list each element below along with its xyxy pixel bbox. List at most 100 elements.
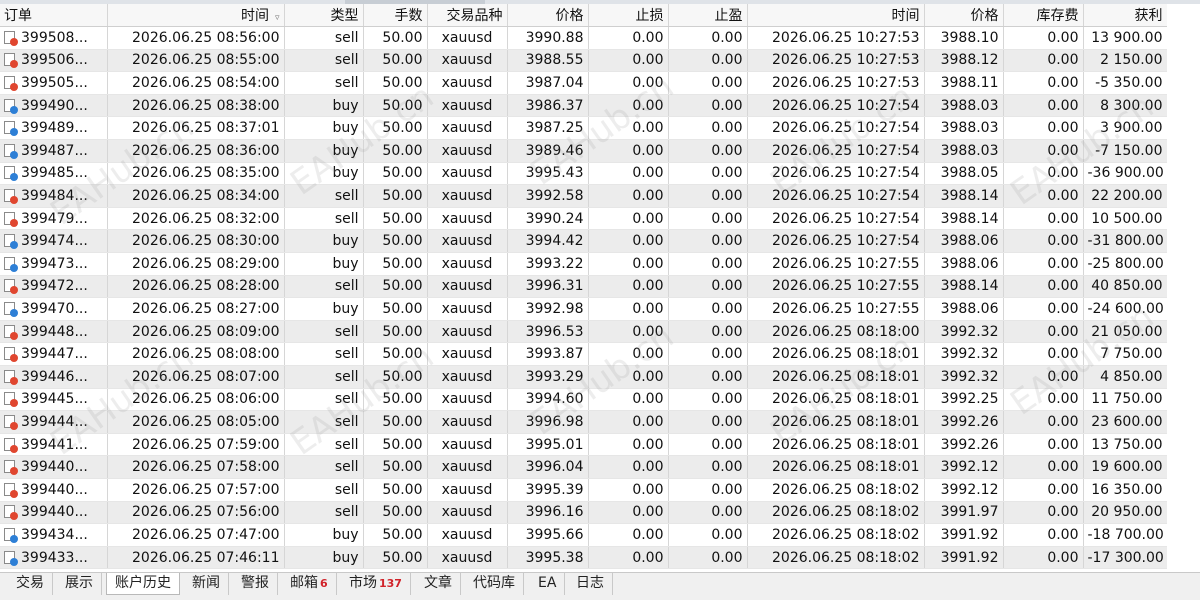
table-row[interactable]: 399445... 2026.06.25 08:06:00 sell 50.00 xau…	[0, 388, 1168, 412]
cell-symbol: xauusd	[427, 523, 508, 547]
cell-type: buy	[284, 546, 364, 570]
cell-order: 399489...	[0, 116, 108, 141]
cell-stop-loss: 0.00	[588, 546, 669, 570]
table-row[interactable]: 399448... 2026.06.25 08:09:00 sell 50.00 xau…	[0, 320, 1168, 344]
cell-profit: -5 350.00	[1083, 71, 1168, 95]
tab-4[interactable]: 新闻	[184, 573, 229, 595]
order-document-icon	[4, 482, 18, 498]
tab-8[interactable]: 文章	[416, 573, 461, 595]
cell-close-price: 3988.05	[924, 162, 1004, 186]
cell-take-profit: 0.00	[668, 388, 748, 412]
table-row[interactable]: 399441... 2026.06.25 07:59:00 sell 50.00 xau…	[0, 433, 1168, 457]
tab-badge: 137	[379, 577, 402, 590]
sell-marker-icon	[10, 196, 18, 205]
sell-marker-icon	[10, 512, 18, 521]
cell-swap: 0.00	[1003, 252, 1084, 276]
cell-open-price: 3996.04	[507, 455, 589, 479]
col-open-price[interactable]: 价格	[507, 4, 589, 28]
tab-3[interactable]: 账户历史	[106, 573, 180, 595]
order-id: 399490...	[21, 97, 88, 114]
cell-type: sell	[284, 71, 364, 95]
tab-11[interactable]: 日志	[568, 573, 613, 595]
col-symbol[interactable]: 交易品种	[427, 4, 508, 28]
table-row[interactable]: 399489... 2026.06.25 08:37:01 buy 50.00 xauu…	[0, 116, 1168, 141]
table-row[interactable]: 399446... 2026.06.25 08:07:00 sell 50.00 xau…	[0, 365, 1168, 389]
order-id: 399440...	[21, 481, 88, 498]
cell-close-time: 2026.06.25 08:18:01	[747, 388, 925, 412]
cell-profit: 22 200.00	[1083, 184, 1168, 208]
order-document-icon	[4, 166, 18, 182]
cell-open-price: 3993.87	[507, 342, 589, 366]
cell-open-time: 2026.06.25 07:56:00	[107, 501, 285, 525]
table-row[interactable]: 399470... 2026.06.25 08:27:00 buy 50.00 xauu…	[0, 297, 1168, 321]
cell-close-time: 2026.06.25 10:27:54	[747, 162, 925, 186]
table-row[interactable]: 399447... 2026.06.25 08:08:00 sell 50.00 xau…	[0, 342, 1168, 366]
cell-profit: 40 850.00	[1083, 275, 1168, 299]
cell-swap: 0.00	[1003, 207, 1084, 231]
col-stop-loss[interactable]: 止损	[588, 4, 669, 28]
cell-volume: 50.00	[363, 184, 428, 208]
table-row[interactable]: 399490... 2026.06.25 08:38:00 buy 50.00 xauu…	[0, 94, 1168, 118]
cell-symbol: xauusd	[427, 207, 508, 231]
cell-type: sell	[284, 478, 364, 502]
order-id: 399444...	[21, 413, 88, 430]
col-close-time[interactable]: 时间	[747, 4, 925, 28]
table-row[interactable]: 399433... 2026.06.25 07:46:11 buy 50.00 xauu…	[0, 546, 1168, 570]
cell-close-time: 2026.06.25 10:27:54	[747, 229, 925, 254]
tab-1[interactable]: 交易	[8, 573, 53, 595]
table-row[interactable]: 399440... 2026.06.25 07:57:00 sell 50.00 xau…	[0, 478, 1168, 502]
tab-2[interactable]: 展示	[57, 573, 102, 595]
tab-9[interactable]: 代码库	[465, 573, 524, 595]
table-row[interactable]: 399508... 2026.06.25 08:56:00 sell 50.00 xau…	[0, 26, 1168, 50]
order-document-icon	[4, 189, 18, 205]
table-row[interactable]: 399487... 2026.06.25 08:36:00 buy 50.00 xauu…	[0, 139, 1168, 163]
cell-volume: 50.00	[363, 501, 428, 525]
cell-profit: -7 150.00	[1083, 139, 1168, 163]
cell-open-price: 3996.53	[507, 320, 589, 344]
cell-symbol: xauusd	[427, 229, 508, 254]
col-volume[interactable]: 手数	[363, 4, 428, 28]
cell-symbol: xauusd	[427, 433, 508, 457]
table-row[interactable]: 399484... 2026.06.25 08:34:00 sell 50.00 xau…	[0, 184, 1168, 208]
sell-marker-icon	[10, 354, 18, 363]
cell-swap: 0.00	[1003, 275, 1084, 299]
cell-volume: 50.00	[363, 342, 428, 366]
tab-7[interactable]: 市场 137	[341, 573, 411, 595]
cell-close-time: 2026.06.25 08:18:01	[747, 455, 925, 479]
col-profit[interactable]: 获利	[1083, 4, 1168, 28]
cell-close-time: 2026.06.25 08:18:01	[747, 342, 925, 366]
tab-10[interactable]: EA	[530, 573, 566, 595]
cell-close-price: 3988.10	[924, 26, 1004, 50]
cell-profit: -18 700.00	[1083, 523, 1168, 547]
buy-marker-icon	[10, 173, 18, 182]
table-row[interactable]: 399440... 2026.06.25 07:56:00 sell 50.00 xau…	[0, 501, 1168, 525]
table-row[interactable]: 399473... 2026.06.25 08:29:00 buy 50.00 xauu…	[0, 252, 1168, 276]
col-swap[interactable]: 库存费	[1003, 4, 1084, 28]
cell-order: 399479...	[0, 207, 108, 231]
table-row[interactable]: 399444... 2026.06.25 08:05:00 sell 50.00 xau…	[0, 410, 1168, 434]
table-row[interactable]: 399506... 2026.06.25 08:55:00 sell 50.00 xau…	[0, 49, 1168, 73]
table-row[interactable]: 399479... 2026.06.25 08:32:00 sell 50.00 xau…	[0, 207, 1168, 231]
table-row[interactable]: 399472... 2026.06.25 08:28:00 sell 50.00 xau…	[0, 275, 1168, 299]
col-take-profit[interactable]: 止盈	[668, 4, 748, 28]
tab-5[interactable]: 警报	[233, 573, 278, 595]
order-document-icon	[4, 414, 18, 430]
cell-volume: 50.00	[363, 94, 428, 118]
cell-open-time: 2026.06.25 08:05:00	[107, 410, 285, 434]
col-order[interactable]: 订单	[0, 4, 108, 28]
tab-label: 邮箱	[290, 575, 318, 591]
col-close-price[interactable]: 价格	[924, 4, 1004, 28]
cell-open-time: 2026.06.25 07:59:00	[107, 433, 285, 457]
table-row[interactable]: 399485... 2026.06.25 08:35:00 buy 50.00 xauu…	[0, 162, 1168, 186]
cell-close-time: 2026.06.25 10:27:55	[747, 275, 925, 299]
tab-6[interactable]: 邮箱 6	[282, 573, 337, 595]
table-row[interactable]: 399434... 2026.06.25 07:47:00 buy 50.00 xauu…	[0, 523, 1168, 547]
cell-volume: 50.00	[363, 433, 428, 457]
col-type[interactable]: 类型	[284, 4, 364, 28]
cell-profit: 16 350.00	[1083, 478, 1168, 502]
cell-close-price: 3992.32	[924, 365, 1004, 389]
table-row[interactable]: 399474... 2026.06.25 08:30:00 buy 50.00 xauu…	[0, 229, 1168, 254]
table-row[interactable]: 399505... 2026.06.25 08:54:00 sell 50.00 xau…	[0, 71, 1168, 95]
table-row[interactable]: 399440... 2026.06.25 07:58:00 sell 50.00 xau…	[0, 455, 1168, 479]
col-open-time[interactable]: 时间 ▿	[107, 4, 285, 28]
